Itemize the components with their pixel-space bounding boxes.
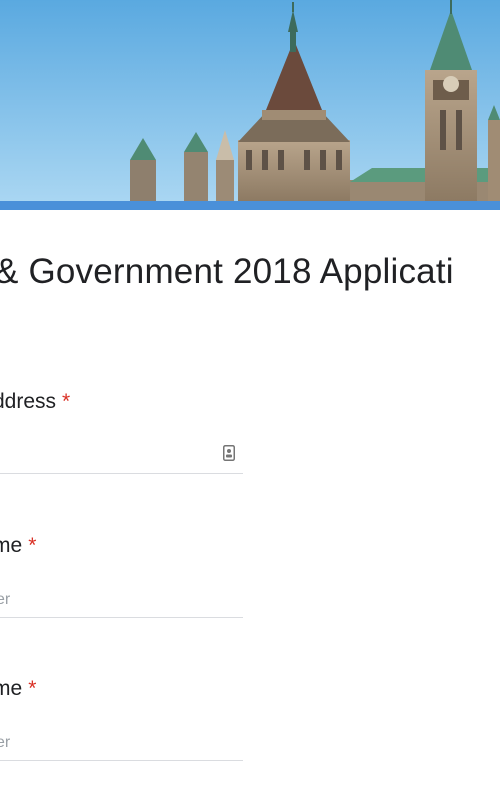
required-asterisk: *: [28, 534, 37, 557]
question-label-text: me: [0, 677, 23, 700]
email-input[interactable]: l: [0, 445, 243, 474]
name-input-1[interactable]: ver: [0, 589, 243, 618]
name-input-2[interactable]: ver: [0, 732, 243, 761]
answer-placeholder: ver: [0, 734, 11, 751]
required-asterisk: *: [62, 390, 71, 413]
question-label-text: ddress: [0, 390, 57, 413]
question-label-name-1: me *: [0, 534, 36, 558]
form-title: & Government 2018 Applicati: [0, 252, 454, 291]
header-banner-image: [0, 0, 500, 201]
required-asterisk: *: [28, 677, 37, 700]
header-accent-strip: [0, 201, 500, 210]
question-label-email: ddress*: [0, 390, 70, 414]
form-page: & Government 2018 Applicati ddress* l me…: [0, 0, 500, 796]
question-label-name-2: me *: [0, 677, 36, 701]
contact-card-icon[interactable]: [223, 445, 235, 461]
question-label-text: me: [0, 534, 23, 557]
answer-placeholder: ver: [0, 591, 11, 608]
